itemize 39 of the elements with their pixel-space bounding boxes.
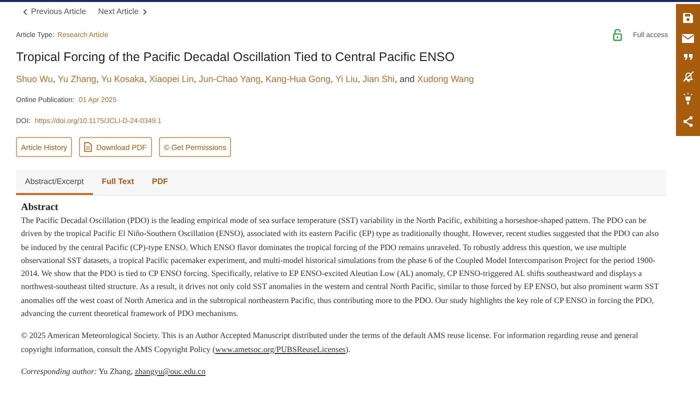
- author-separator: ,: [330, 74, 334, 84]
- author-link[interactable]: Yi Liu: [335, 74, 358, 84]
- author-link[interactable]: Shuo Wu: [16, 74, 53, 84]
- envelope-icon[interactable]: [682, 34, 694, 43]
- next-article-link[interactable]: Next Article: [98, 7, 147, 16]
- author-separator: ,: [260, 74, 263, 84]
- document-icon: [84, 142, 92, 152]
- author-link[interactable]: Jun-Chao Yang: [198, 74, 260, 84]
- save-icon[interactable]: [683, 12, 693, 23]
- corresponding-author-note: Corresponding author: Yu Zhang, zhangyu@ouc.edu.cn: [21, 366, 207, 378]
- tab[interactable]: Full Text: [92, 170, 143, 195]
- abstract-paragraph: The Pacific Decadal Oscillation (PDO) is the leading empirical mode of sea surface temperature (SST) variability in the North Pacific, exhibiting a horseshoe-shaped pattern. The PDO can be driven by the tropical Pacific El Niño-Southern Oscillation (ENSO), associated with its eastern Pacific (EP) type as traditionally thought. However, recent studies suggested that the PDO can also be induced by the central Pacific (CP)-type ENSO. Which ENSO flavor dominates the tropical forcing of the PDO remains unraveled. To robustly address this question, we use multiple observational SST datasets, a tropical Pacific pacemaker experiment, and multi-model historical simulations from the phase 6 of the Coupled Model Intercomparison Project for the period 1900-2014. We show that the PDO is tied to CP ENSO forcing. Specifically, relative to EP ENSO-excited Aleutian Low (AL) anomaly, CP ENSO-triggered AL shifts southeastward and displays a northwest-southeast tilted structure. As a result, it drives not only cold SST anomalies in the western and central North Pacific, similar to those forced by EP ENSO, but also prominent warm SST anomalies off the west coast of North America and in the subtropical northeastern Pacific, thus contributing more to the PDO. Our study highlights the key role of CP ENSO in forcing the PDO, advancing the current theoretical framework of PDO mechanisms.: [21, 215, 659, 320]
- author-link[interactable]: Xiaopei Lin: [149, 74, 194, 84]
- author-link[interactable]: Xudong Wang: [417, 74, 474, 84]
- unlocked-padlock-icon: [612, 29, 622, 41]
- author-separator: ,: [52, 74, 56, 84]
- quote-icon[interactable]: [684, 54, 692, 60]
- author-separator: ,: [96, 74, 99, 84]
- article-title: Tropical Forcing of the Pacific Decadal Oscillation Tied to Central Pacific ENSO: [16, 50, 456, 64]
- author-separator: ,: [194, 74, 196, 84]
- copyright-policy-link[interactable]: www.ametsoc.org/PUBSReuseLicenses: [215, 344, 346, 354]
- chevron-left-icon: [23, 8, 27, 14]
- author-separator: ,: [144, 74, 147, 84]
- author-link[interactable]: Jian Shi: [362, 74, 395, 84]
- email-link[interactable]: zhangyu@ouc.edu.cn: [134, 366, 206, 376]
- copyright-notice: © 2025 American Meteorological Society. This is an Author Accepted Manuscript distributed under the terms of the default AMS reuse license. For information regarding reuse and general copyright information, consult the AMS Copyright Policy (www.ametsoc.org/PUBSReuseLicenses).: [21, 330, 640, 356]
- author-separator: ,: [358, 74, 360, 84]
- abstract-heading: Abstract: [21, 202, 60, 213]
- previous-article-link[interactable]: Previous Article: [23, 7, 86, 16]
- tab[interactable]: Abstract/Excerpt: [16, 170, 93, 195]
- crossed-bell-icon[interactable]: [682, 71, 694, 82]
- share-icon[interactable]: [683, 116, 693, 128]
- author-link[interactable]: Yu Zhang: [58, 74, 96, 84]
- author-link[interactable]: Yu Kosaka: [101, 74, 144, 84]
- author-link[interactable]: Kang-Hua Gong: [266, 74, 331, 84]
- tab[interactable]: PDF: [142, 170, 177, 195]
- lightbulb-icon[interactable]: [683, 93, 693, 106]
- chevron-right-icon: [142, 8, 147, 14]
- author-separator: , and: [394, 74, 415, 84]
